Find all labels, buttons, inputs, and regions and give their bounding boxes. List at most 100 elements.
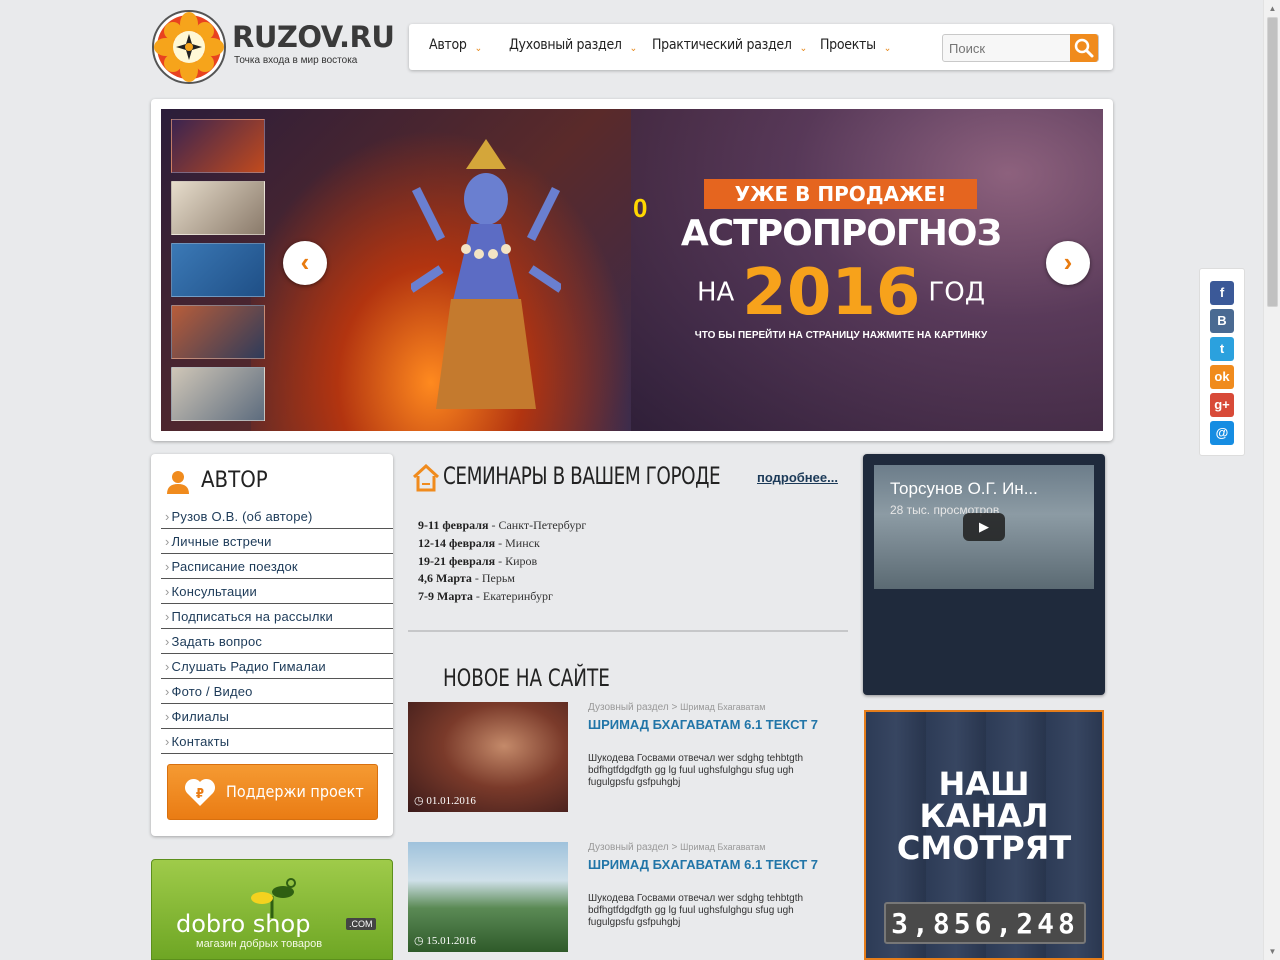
breadcrumb-subsection[interactable]: Шримад Бхагаватам bbox=[680, 842, 765, 852]
article-date-text: 01.01.2016 bbox=[426, 795, 476, 807]
shop-tagline: магазин добрых товаров bbox=[196, 938, 323, 950]
menu-item-ask-question[interactable]: › Задать вопрос bbox=[161, 629, 393, 654]
seminar-date: 19-21 февраля bbox=[418, 553, 496, 568]
slider-thumbnail[interactable] bbox=[171, 367, 265, 421]
menu-item-consultations[interactable]: › Консультации bbox=[161, 579, 393, 604]
search-icon bbox=[1074, 38, 1094, 58]
donate-button[interactable]: ₽ Поддержи проект bbox=[167, 764, 378, 820]
scroll-thumb[interactable] bbox=[1267, 17, 1278, 307]
dobro-shop-banner[interactable]: dobro shop .COM магазин добрых товаров bbox=[151, 859, 393, 960]
menu-item-branches[interactable]: › Филиалы bbox=[161, 704, 393, 729]
search-input[interactable] bbox=[943, 35, 1071, 61]
slider-thumbnail[interactable] bbox=[171, 243, 265, 297]
seminar-item: 9-11 февраля - Санкт-Петербург bbox=[418, 517, 586, 535]
breadcrumb-section[interactable]: Дузовный раздел bbox=[588, 702, 669, 713]
clock-icon: ◷ bbox=[414, 795, 424, 807]
menu-bullet-icon: › bbox=[165, 734, 170, 749]
nav-item-practical[interactable]: Практический раздел ⌄ bbox=[652, 37, 807, 54]
article-card[interactable]: ◷ 15.01.2016 Дузовный раздел > Шримад Бх… bbox=[408, 842, 828, 954]
seminars-more-link[interactable]: подробнее... bbox=[757, 470, 838, 485]
channel-headline-line: КАНАЛ bbox=[919, 797, 1049, 835]
video-title[interactable]: Торсунов О.Г. Ин... bbox=[890, 479, 1038, 499]
article-breadcrumb: Дузовный раздел > Шримад Бхагаватам bbox=[588, 842, 765, 853]
slider-thumbnail[interactable] bbox=[171, 305, 265, 359]
breadcrumb-separator-icon: > bbox=[671, 702, 678, 713]
chevron-right-icon: › bbox=[1063, 247, 1073, 277]
seminar-date: 9-11 февраля bbox=[418, 518, 489, 532]
menu-bullet-icon: › bbox=[165, 684, 170, 699]
menu-item-contacts[interactable]: › Контакты bbox=[161, 729, 393, 754]
nav-item-label: Практический раздел bbox=[652, 37, 792, 53]
shop-name: dobro shop bbox=[176, 910, 311, 938]
menu-bullet-icon: › bbox=[165, 584, 170, 599]
channel-headline-line: СМОТРЯТ bbox=[896, 829, 1072, 867]
seminar-date: 12-14 февраля bbox=[418, 535, 496, 550]
house-icon bbox=[412, 464, 440, 492]
menu-item-schedule[interactable]: › Расписание поездок bbox=[161, 554, 393, 579]
menu-item-label: Задать вопрос bbox=[171, 634, 263, 649]
menu-item-label: Личные встречи bbox=[171, 534, 272, 549]
promo-subtitle: ЧТО БЫ ПЕРЕЙТИ НА СТРАНИЦУ НАЖМИТЕ НА КА… bbox=[694, 330, 988, 341]
menu-item-meetings[interactable]: › Личные встречи bbox=[161, 529, 393, 554]
slider-next-button[interactable]: › bbox=[1046, 241, 1090, 285]
seminar-item: 4,6 Марта - Перьм bbox=[418, 570, 586, 588]
mail-ru-icon[interactable]: @ bbox=[1210, 421, 1234, 445]
person-icon bbox=[167, 471, 189, 494]
nav-item-projects[interactable]: Проекты ⌄ bbox=[820, 37, 891, 54]
video-widget: Торсунов О.Г. Ин... 28 тыс. просмотров ▶ bbox=[863, 454, 1105, 695]
menu-bullet-icon: › bbox=[165, 659, 170, 674]
menu-item-photo-video[interactable]: › Фото / Видео bbox=[161, 679, 393, 704]
slider-thumbnail[interactable] bbox=[171, 181, 265, 235]
chevron-left-icon: ‹ bbox=[300, 247, 310, 277]
youtube-video-embed[interactable]: Торсунов О.Г. Ин... 28 тыс. просмотров ▶ bbox=[874, 465, 1094, 589]
seminar-city: - Минск bbox=[495, 535, 540, 550]
menu-item-label: Подписаться на рассылки bbox=[171, 609, 333, 624]
search-box bbox=[942, 34, 1099, 62]
seminar-city: - Санкт-Петербург bbox=[488, 518, 587, 532]
seminar-date: 4,6 Марта bbox=[418, 571, 472, 586]
search-button[interactable] bbox=[1070, 34, 1098, 62]
svg-text:₽: ₽ bbox=[196, 787, 204, 802]
mandala-logo-icon bbox=[152, 10, 226, 84]
menu-item-label: Фото / Видео bbox=[171, 684, 253, 699]
seminar-item: 12-14 февраля - Минск bbox=[418, 535, 586, 553]
clock-icon: ◷ bbox=[414, 935, 424, 947]
article-card[interactable]: ◷ 01.01.2016 Дузовный раздел > Шримад Бх… bbox=[408, 702, 828, 814]
facebook-icon[interactable]: f bbox=[1210, 281, 1234, 305]
breadcrumb-subsection[interactable]: Шримад Бхагаватам bbox=[680, 702, 765, 712]
breadcrumb-section[interactable]: Дузовный раздел bbox=[588, 842, 669, 853]
slider-thumbnail[interactable] bbox=[171, 119, 265, 173]
nav-item-label: Автор bbox=[429, 37, 467, 53]
article-title[interactable]: ШРИМАД БХАГАВАТАМ 6.1 ТЕКСТ 7 bbox=[588, 718, 818, 731]
shop-domain: .COM bbox=[346, 918, 376, 930]
article-excerpt: Шукодева Госвами отвечал wer sdghg tehbt… bbox=[588, 753, 804, 788]
vkontakte-icon[interactable]: B bbox=[1210, 309, 1234, 333]
menu-item-about[interactable]: › Рузов О.В. (об авторе) bbox=[161, 504, 393, 529]
slider-prev-button[interactable]: ‹ bbox=[283, 241, 327, 285]
heart-ruble-icon: ₽ bbox=[184, 778, 216, 806]
twitter-icon[interactable]: t bbox=[1210, 337, 1234, 361]
menu-bullet-icon: › bbox=[165, 609, 170, 624]
page-scrollbar[interactable]: ▲ ▼ bbox=[1263, 0, 1280, 960]
article-breadcrumb: Дузовный раздел > Шримад Бхагаватам bbox=[588, 702, 765, 713]
nav-item-author[interactable]: Автор ⌄ bbox=[429, 37, 482, 54]
odnoklassniki-icon[interactable]: ok bbox=[1210, 365, 1234, 389]
nav-item-label: Духовный раздел bbox=[509, 37, 622, 53]
channel-headline-line: НАШ bbox=[938, 765, 1030, 803]
author-menu-box: АВТОР › Рузов О.В. (об авторе) › Личные вс… bbox=[151, 454, 393, 836]
article-date-text: 15.01.2016 bbox=[426, 935, 476, 947]
top-navigation: Автор ⌄ Духовный раздел ⌄ Практический раз… bbox=[409, 24, 1113, 70]
promo-year: 2016 bbox=[742, 256, 921, 330]
scroll-up-arrow-icon[interactable]: ▲ bbox=[1264, 0, 1280, 17]
google-plus-icon[interactable]: g+ bbox=[1210, 393, 1234, 417]
channel-views-banner[interactable]: НАШ КАНАЛ СМОТРЯТ 3,856,248 bbox=[864, 710, 1104, 960]
scroll-down-arrow-icon[interactable]: ▼ bbox=[1264, 943, 1280, 960]
promo-year-pre: НА bbox=[696, 277, 735, 308]
nav-item-spiritual[interactable]: Духовный раздел ⌄ bbox=[509, 37, 637, 54]
site-logo[interactable]: RUZOV.RU Точка входа в мир востока bbox=[152, 10, 395, 86]
menu-item-radio[interactable]: › Слушать Радио Гималаи bbox=[161, 654, 393, 679]
menu-item-subscribe[interactable]: › Подписаться на рассылки bbox=[161, 604, 393, 629]
play-icon[interactable]: ▶ bbox=[963, 513, 1005, 541]
menu-bullet-icon: › bbox=[165, 534, 170, 549]
article-title[interactable]: ШРИМАД БХАГАВАТАМ 6.1 ТЕКСТ 7 bbox=[588, 858, 818, 871]
